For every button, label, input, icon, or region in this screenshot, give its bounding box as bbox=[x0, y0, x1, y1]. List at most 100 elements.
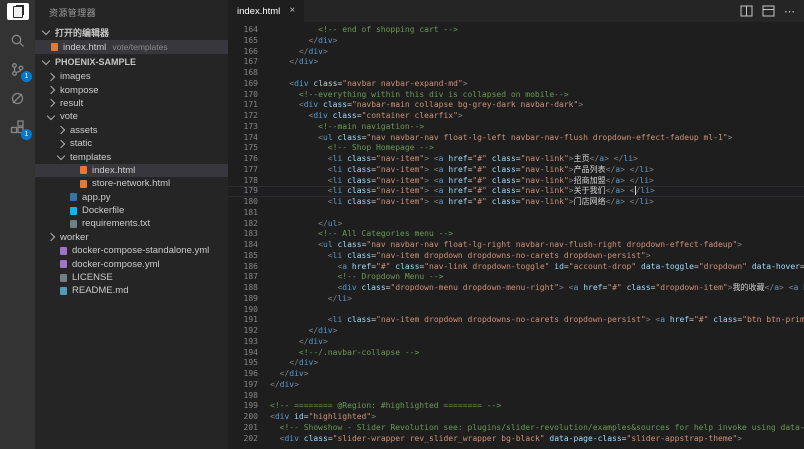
code-line-176[interactable]: 176 <li class="nav-item"> <a href="#" cl… bbox=[228, 154, 804, 165]
line-number: 191 bbox=[243, 315, 258, 325]
tab-label: index.html bbox=[237, 5, 281, 17]
tree-item-folder-vote[interactable]: vote bbox=[35, 110, 228, 123]
tree-item-folder-worker[interactable]: worker bbox=[35, 231, 228, 244]
search-icon-button[interactable] bbox=[0, 26, 35, 55]
tree-item-label: templates bbox=[70, 151, 112, 163]
tree-item-file-LICENSE[interactable]: LICENSE bbox=[35, 271, 228, 284]
code-line-164[interactable]: 164 <!-- end of shopping cart --> bbox=[228, 25, 804, 36]
code-line-text: <!--/.navbar-collapse --> bbox=[298, 347, 420, 357]
code-area[interactable]: 164 <!-- end of shopping cart --> 165 </d… bbox=[228, 22, 804, 449]
source-control-icon-button[interactable]: 1 bbox=[0, 55, 35, 84]
code-line-184[interactable]: 184 <ul class="nav navbar-nav float-lg-r… bbox=[228, 240, 804, 251]
code-line-178[interactable]: 178 <li class="nav-item"> <a href="#" cl… bbox=[228, 176, 804, 187]
code-line-text: <!-- ======== @Region: #highlighted ====… bbox=[270, 401, 502, 411]
debug-icon-button[interactable] bbox=[0, 84, 35, 113]
code-line-text: <div class="container clearfix"> bbox=[308, 111, 463, 120]
tab-index-html[interactable]: index.html × bbox=[228, 0, 305, 22]
code-line-172[interactable]: 172 <div class="container clearfix"> bbox=[228, 111, 804, 122]
code-line-166[interactable]: 166 </div> bbox=[228, 47, 804, 58]
code-line-202[interactable]: 202 <div class="slider-wrapper rev_slide… bbox=[228, 434, 804, 445]
code-line-179[interactable]: 179 <li class="nav-item"> <a href="#" cl… bbox=[228, 186, 804, 197]
tree-item-file-README.md[interactable]: README.md bbox=[35, 284, 228, 297]
layout-icon bbox=[762, 5, 775, 17]
code-line-170[interactable]: 170 <!--everything within this div is co… bbox=[228, 90, 804, 101]
code-line-text: </li> bbox=[327, 293, 352, 303]
code-line-177[interactable]: 177 <li class="nav-item"> <a href="#" cl… bbox=[228, 165, 804, 176]
line-number: 171 bbox=[243, 100, 258, 110]
explorer-sidebar: 资源管理器 打开的编辑器 index.html vote/templates P… bbox=[35, 0, 228, 449]
code-line-text: </div> bbox=[270, 379, 299, 389]
code-line-text: </div> bbox=[298, 336, 328, 346]
chevron-down-icon bbox=[56, 151, 66, 161]
code-line-190[interactable]: 190 bbox=[228, 305, 804, 316]
code-line-196[interactable]: 196 </div> bbox=[228, 369, 804, 380]
extensions-badge: 1 bbox=[21, 129, 32, 140]
tree-item-folder-images[interactable]: images bbox=[35, 70, 228, 83]
code-line-199[interactable]: 199 <!-- ======== @Region: #highlighted =… bbox=[228, 401, 804, 412]
tree-item-file-docker-compose.yml[interactable]: docker-compose.yml bbox=[35, 257, 228, 270]
code-line-168[interactable]: 168 bbox=[228, 68, 804, 79]
code-line-171[interactable]: 171 <div class="navbar-main collapse bg-… bbox=[228, 100, 804, 111]
code-line-180[interactable]: 180 <li class="nav-item"> <a href="#" cl… bbox=[228, 197, 804, 208]
open-editor-item-index-html[interactable]: index.html vote/templates bbox=[35, 40, 228, 54]
open-editors-header[interactable]: 打开的编辑器 bbox=[35, 24, 228, 40]
code-line-182[interactable]: 182 </ul> bbox=[228, 219, 804, 230]
chevron-right-icon bbox=[56, 139, 66, 148]
debug-icon bbox=[11, 92, 24, 105]
line-number: 193 bbox=[243, 336, 258, 346]
code-line-169[interactable]: 169 <div class="navbar navbar-expand-md"… bbox=[228, 79, 804, 90]
toggle-layout-button[interactable] bbox=[762, 5, 775, 17]
tree-item-label: static bbox=[70, 138, 93, 150]
code-line-191[interactable]: 191 <li class="nav-item dropdown dropdow… bbox=[228, 315, 804, 326]
line-number: 177 bbox=[243, 164, 258, 174]
txt-file-icon bbox=[70, 219, 77, 228]
code-line-185[interactable]: 185 <li class="nav-item dropdown dropdow… bbox=[228, 251, 804, 262]
code-line-165[interactable]: 165 </div> bbox=[228, 36, 804, 47]
code-line-187[interactable]: 187 <!-- Dropdown Menu --> bbox=[228, 272, 804, 283]
code-line-text: <!-- Shop Homepage --> bbox=[327, 143, 434, 153]
code-line-188[interactable]: 188 <div class="dropdown-menu dropdown-m… bbox=[228, 283, 804, 294]
code-line-192[interactable]: 192 </div> bbox=[228, 326, 804, 337]
split-editor-icon bbox=[740, 5, 753, 17]
tree-item-file-index.html[interactable]: index.html bbox=[35, 163, 228, 178]
code-line-198[interactable]: 198 bbox=[228, 391, 804, 402]
code-line-201[interactable]: 201 <!-- Showshow - Slider Revolution se… bbox=[228, 423, 804, 434]
code-line-text: <!--main navigation--> bbox=[318, 121, 425, 131]
code-line-167[interactable]: 167 </div> bbox=[228, 57, 804, 68]
tree-item-folder-assets[interactable]: assets bbox=[35, 124, 228, 137]
tree-item-folder-kompose[interactable]: kompose bbox=[35, 83, 228, 96]
document-icon bbox=[12, 5, 23, 18]
tree-item-file-requirements.txt[interactable]: requirements.txt bbox=[35, 217, 228, 230]
tree-item-folder-static[interactable]: static bbox=[35, 137, 228, 150]
project-root-header[interactable]: PHOENIX-SAMPLE bbox=[35, 54, 228, 70]
code-line-193[interactable]: 193 </div> bbox=[228, 337, 804, 348]
extensions-icon-button[interactable]: 1 bbox=[0, 113, 35, 142]
code-line-200[interactable]: 200 <div id="highlighted"> bbox=[228, 412, 804, 423]
line-number: 168 bbox=[243, 68, 258, 77]
app-logo bbox=[6, 3, 29, 20]
code-line-197[interactable]: 197 </div> bbox=[228, 380, 804, 391]
code-line-175[interactable]: 175 <!-- Shop Homepage --> bbox=[228, 143, 804, 154]
split-editor-button[interactable] bbox=[740, 5, 753, 17]
code-line-173[interactable]: 173 <!--main navigation--> bbox=[228, 122, 804, 133]
code-line-194[interactable]: 194 <!--/.navbar-collapse --> bbox=[228, 348, 804, 359]
chevron-down-icon bbox=[46, 111, 56, 121]
line-number: 166 bbox=[243, 46, 258, 56]
more-actions-button[interactable]: ⋯ bbox=[784, 5, 796, 18]
code-line-189[interactable]: 189 </li> bbox=[228, 294, 804, 305]
code-line-195[interactable]: 195 </div> bbox=[228, 358, 804, 369]
tree-item-file-docker-compose-standalone.yml[interactable]: docker-compose-standalone.yml bbox=[35, 244, 228, 257]
tree-item-folder-result[interactable]: result bbox=[35, 97, 228, 110]
tree-item-folder-templates[interactable]: templates bbox=[35, 150, 228, 163]
close-icon[interactable]: × bbox=[289, 6, 295, 16]
code-line-186[interactable]: 186 <a href="#" class="nav-link dropdown… bbox=[228, 262, 804, 273]
chevron-right-icon bbox=[46, 85, 56, 95]
tree-item-file-app.py[interactable]: app.py bbox=[35, 191, 228, 204]
tree-item-file-Dockerfile[interactable]: Dockerfile bbox=[35, 204, 228, 217]
code-line-text: <div id="highlighted"> bbox=[270, 412, 377, 421]
tree-item-file-store-network.html[interactable]: store-network.html bbox=[35, 177, 228, 190]
code-line-183[interactable]: 183 <!-- All Categories menu --> bbox=[228, 229, 804, 240]
code-line-181[interactable]: 181 bbox=[228, 208, 804, 219]
code-line-174[interactable]: 174 <ul class="nav navbar-nav float-lg-l… bbox=[228, 133, 804, 144]
tab-bar: index.html × ⋯ bbox=[228, 0, 804, 22]
